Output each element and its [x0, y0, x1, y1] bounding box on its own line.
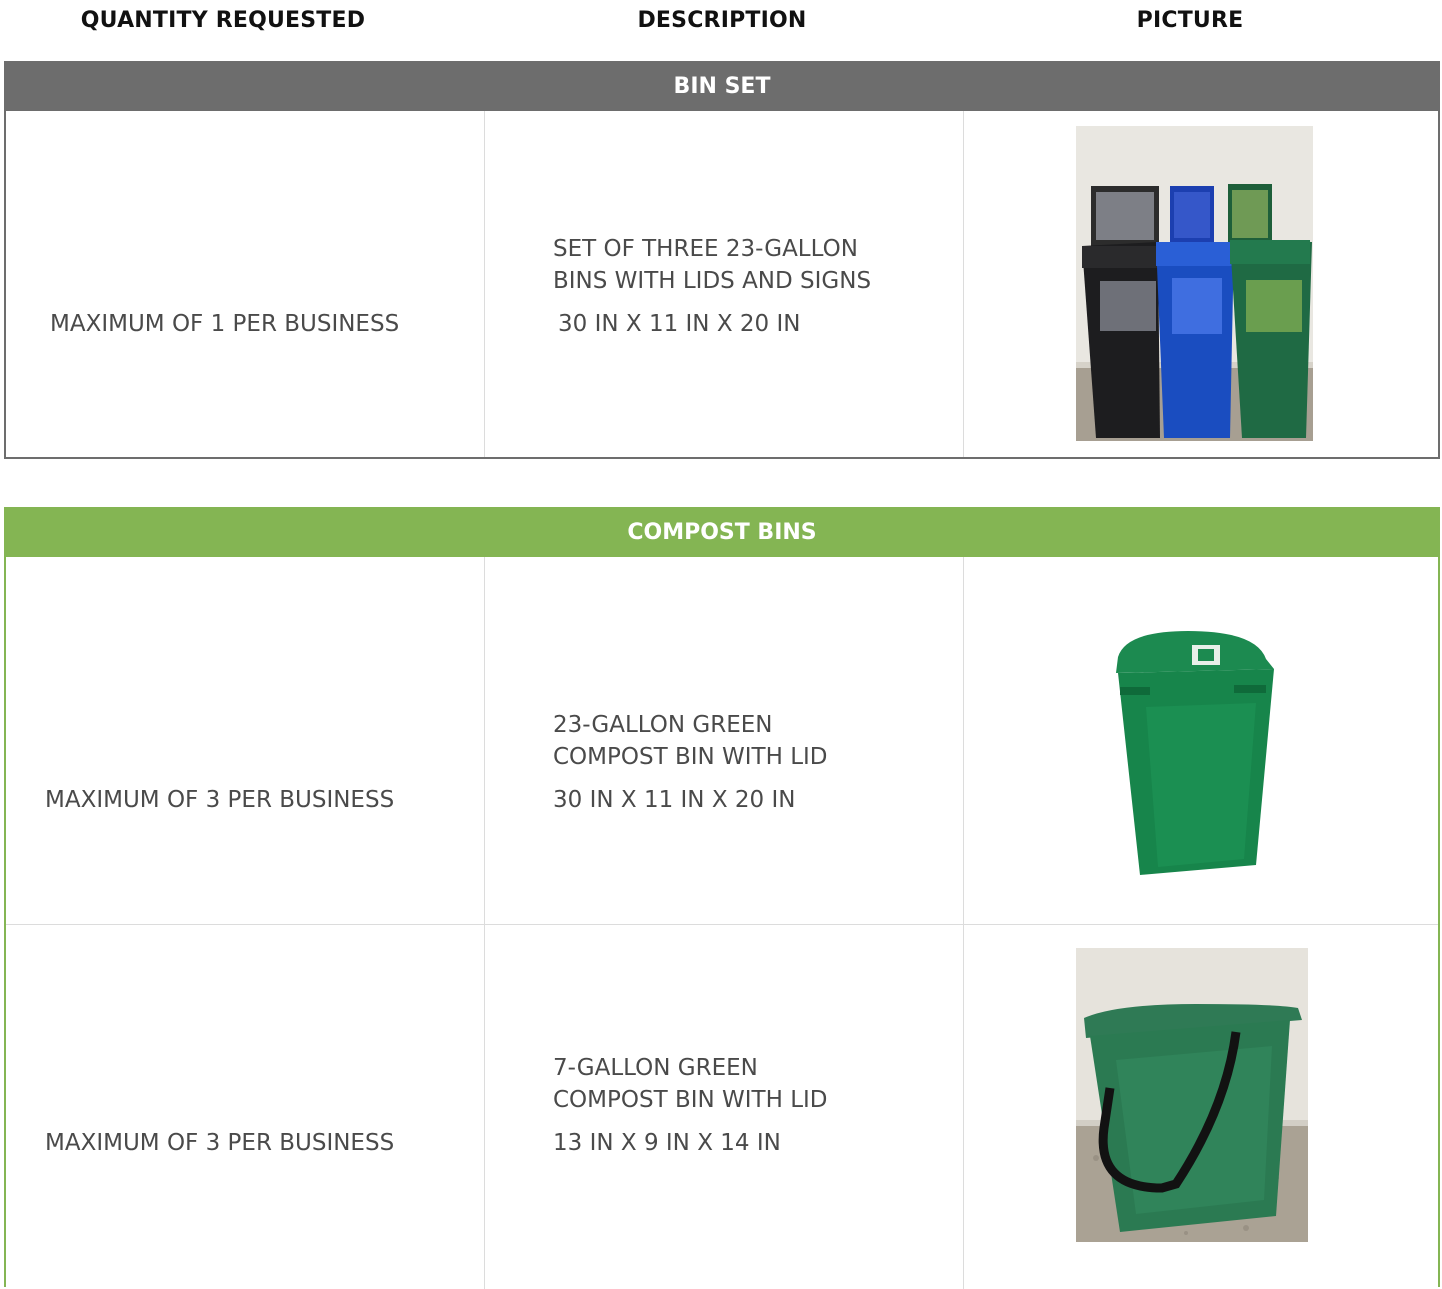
row-divider	[6, 924, 1438, 925]
column-divider	[484, 111, 485, 457]
description-line: 7-GALLON GREEN	[553, 1055, 758, 1081]
description-column-header: DESCRIPTION	[637, 8, 807, 33]
description-line: COMPOST BIN WITH LID	[553, 1087, 828, 1113]
description-line: COMPOST BIN WITH LID	[553, 744, 828, 770]
picture-column-header: PICTURE	[1136, 8, 1244, 33]
compost-bins-section: COMPOST BINS MAXIMUM OF 3 PER BUSINESS 2…	[4, 507, 1440, 1289]
description-line: SET OF THREE 23-GALLON	[553, 236, 858, 262]
compost-23gal-photo	[1106, 627, 1278, 879]
compost-7gal-description: 7-GALLON GREEN COMPOST BIN WITH LID	[553, 1052, 828, 1116]
column-header-row: QUANTITY REQUESTED DESCRIPTION PICTURE	[0, 0, 1442, 44]
compost-7gal-photo	[1076, 948, 1308, 1242]
description-line: BINS WITH LIDS AND SIGNS	[553, 268, 872, 294]
compost-23gal-description: 23-GALLON GREEN COMPOST BIN WITH LID	[553, 709, 828, 773]
compost-bins-band: COMPOST BINS	[6, 509, 1438, 557]
column-divider	[963, 111, 964, 457]
bin-set-section: BIN SET MAXIMUM OF 1 PER BUSINESS SET OF…	[4, 61, 1440, 459]
description-line: 23-GALLON GREEN	[553, 712, 773, 738]
compost-23gal-dimensions: 30 IN X 11 IN X 20 IN	[553, 787, 796, 813]
bin-set-photo	[1076, 126, 1313, 441]
bin-set-dimensions: 30 IN X 11 IN X 20 IN	[558, 311, 801, 337]
bin-set-description: SET OF THREE 23-GALLON BINS WITH LIDS AN…	[553, 233, 871, 297]
bin-set-band: BIN SET	[6, 63, 1438, 111]
quantity-column-header: QUANTITY REQUESTED	[80, 8, 366, 33]
compost-7gal-dimensions: 13 IN X 9 IN X 14 IN	[553, 1130, 781, 1156]
bin-set-quantity: MAXIMUM OF 1 PER BUSINESS	[50, 311, 400, 337]
column-divider	[484, 557, 485, 1289]
column-divider	[963, 557, 964, 1289]
compost-7gal-quantity: MAXIMUM OF 3 PER BUSINESS	[45, 1130, 395, 1156]
compost-23gal-quantity: MAXIMUM OF 3 PER BUSINESS	[45, 787, 395, 813]
